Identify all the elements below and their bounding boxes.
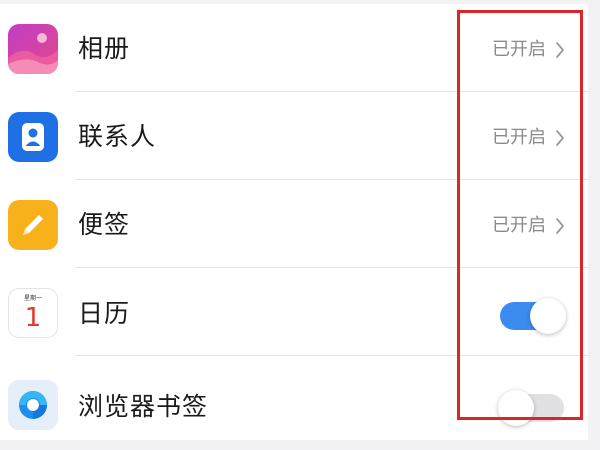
toggle-knob (498, 390, 534, 426)
status-text: 已开启 (492, 215, 546, 236)
chevron-right-icon (554, 127, 566, 149)
setting-row-calendar: 星期一 1 日历 (0, 268, 588, 356)
toggle-knob (530, 298, 566, 334)
setting-row-contacts[interactable]: 联系人 已开启 (0, 92, 588, 180)
contacts-icon (8, 112, 58, 162)
calendar-sync-toggle[interactable] (500, 298, 566, 334)
chevron-right-icon (554, 215, 566, 237)
status-text: 已开启 (492, 127, 546, 148)
browser-icon (8, 380, 58, 430)
sync-settings-list: 相册 已开启 联系人 已开启 便签 已开启 星期一 1 日历 浏览器书签 (0, 4, 588, 440)
photos-icon (8, 24, 58, 74)
setting-label: 相册 (78, 34, 131, 63)
setting-row-browser-bookmarks: 浏览器书签 (0, 356, 588, 440)
calendar-day: 1 (24, 303, 42, 333)
setting-label: 联系人 (78, 122, 157, 151)
status-text: 已开启 (492, 39, 546, 60)
calendar-weekday: 星期一 (23, 295, 42, 302)
browser-bookmarks-sync-toggle[interactable] (498, 390, 564, 426)
calendar-icon: 星期一 1 (8, 288, 58, 338)
setting-label: 便签 (78, 210, 131, 239)
notes-icon (8, 200, 58, 250)
setting-label: 浏览器书签 (78, 392, 209, 421)
setting-row-notes[interactable]: 便签 已开启 (0, 180, 588, 268)
setting-row-photos[interactable]: 相册 已开启 (0, 4, 588, 92)
setting-label: 日历 (78, 299, 131, 328)
chevron-right-icon (554, 39, 566, 61)
